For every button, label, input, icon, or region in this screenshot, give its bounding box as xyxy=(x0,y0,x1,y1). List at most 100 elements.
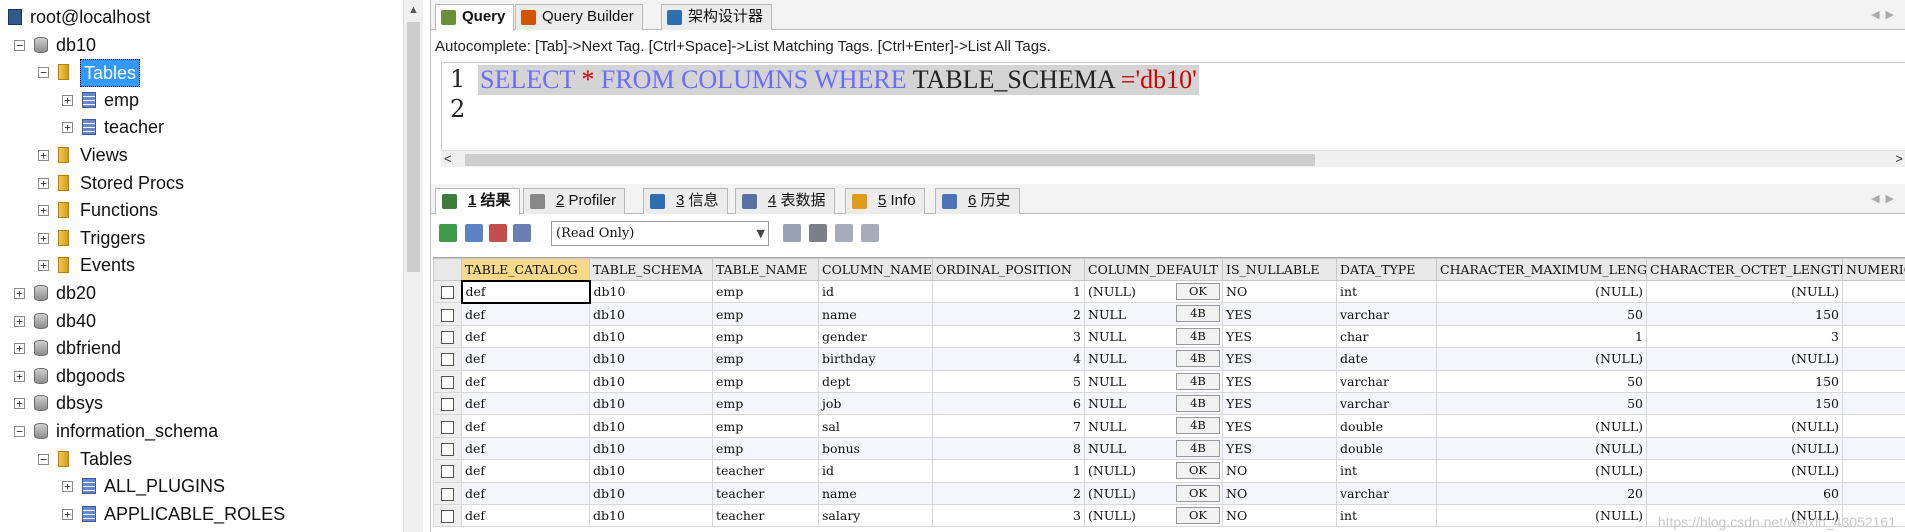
column-header[interactable]: TABLE_NAME xyxy=(712,258,819,281)
grid-cell[interactable]: 3 xyxy=(932,503,1085,528)
filter-icon[interactable] xyxy=(783,224,801,242)
checkbox-icon[interactable] xyxy=(441,308,454,322)
editor-hscroll-thumb[interactable] xyxy=(465,154,1315,166)
grid-cell[interactable]: (NULL) xyxy=(1436,414,1647,438)
grid-cell[interactable]: def xyxy=(461,414,590,438)
grid-cell[interactable]: def xyxy=(461,302,590,326)
grid-cell[interactable]: job xyxy=(818,391,933,416)
grid-cell[interactable]: double xyxy=(1336,436,1437,461)
result-tab-4[interactable]: 4 表数据 xyxy=(735,188,835,214)
grid-cell[interactable]: emp xyxy=(712,347,819,371)
tree-item[interactable]: − Tables xyxy=(0,59,400,88)
scroll-up-icon[interactable]: ▲ xyxy=(408,4,419,16)
collapse-icon[interactable]: − xyxy=(38,67,49,79)
grid-cell[interactable]: int xyxy=(1336,279,1437,304)
grid-cell[interactable]: 3 xyxy=(932,324,1085,349)
tree-item[interactable]: + APPLICABLE_ROLES xyxy=(0,501,400,527)
grid-cell[interactable]: int xyxy=(1336,503,1437,528)
grid-cell[interactable] xyxy=(1842,324,1905,349)
grid-cell[interactable]: int xyxy=(1336,459,1437,483)
grid-cell[interactable]: emp xyxy=(712,436,819,461)
grid-cell[interactable]: NULL 4B xyxy=(1084,391,1223,416)
grid-cell[interactable]: def xyxy=(461,324,590,349)
blob-badge[interactable]: 4B xyxy=(1176,327,1220,345)
sql-editor[interactable]: 1 2 SELECT * FROM COLUMNS WHERE TABLE_SC… xyxy=(441,62,1905,158)
tree-item[interactable]: + dbsys xyxy=(0,390,400,416)
checkbox-icon[interactable] xyxy=(441,487,454,501)
grid-cell[interactable]: (NULL) OK xyxy=(1084,503,1223,528)
row-checkbox[interactable] xyxy=(433,347,462,371)
table-row[interactable]: def db10 emp sal 7 NULL 4B YES double (NULL) (NULL… xyxy=(433,414,1905,438)
grid-cell[interactable]: (NULL) xyxy=(1436,459,1647,483)
result-grid[interactable]: TABLE_CATALOG TABLE_SCHEMA TABLE_NAME COLUM… xyxy=(433,257,1905,532)
expand-icon[interactable]: + xyxy=(38,177,49,189)
grid-cell[interactable]: (NULL) xyxy=(1646,279,1843,304)
expand-icon[interactable]: + xyxy=(38,232,49,244)
grid-cell[interactable]: NO xyxy=(1222,279,1337,304)
result-tab-2[interactable]: 2 Profiler xyxy=(523,188,626,214)
tree-item[interactable]: + db20 xyxy=(0,280,400,306)
row-checkbox[interactable] xyxy=(433,324,462,349)
tree-item[interactable]: + Stored Procs xyxy=(0,170,400,196)
row-checkbox[interactable] xyxy=(433,302,462,326)
grid-cell[interactable]: 20 xyxy=(1436,481,1647,505)
grid-cell[interactable]: db10 xyxy=(589,436,713,461)
table-row[interactable]: def db10 teacher id 1 (NULL) OK NO int (NULL) (NUL… xyxy=(433,459,1905,483)
column-header[interactable]: ORDINAL_POSITION xyxy=(932,258,1085,281)
grid-cell[interactable]: 50 xyxy=(1436,391,1647,416)
grid-cell[interactable]: 7 xyxy=(932,414,1085,438)
grid-cell[interactable]: 6 xyxy=(932,391,1085,416)
grid-cell[interactable]: def xyxy=(461,481,590,505)
grid-cell[interactable]: def xyxy=(461,459,590,483)
grid-cell[interactable]: YES xyxy=(1222,347,1337,371)
tree-item[interactable]: + ALL_PLUGINS xyxy=(0,473,400,499)
grid-cell[interactable]: 150 xyxy=(1646,369,1843,393)
grid-cell[interactable]: 50 xyxy=(1436,369,1647,393)
grid-cell[interactable]: emp xyxy=(712,324,819,349)
row-checkbox[interactable] xyxy=(433,369,462,393)
expand-icon[interactable]: + xyxy=(14,343,25,355)
row-checkbox[interactable] xyxy=(433,391,462,416)
grid-cell[interactable]: db10 xyxy=(589,481,713,505)
grid-cell[interactable]: def xyxy=(461,369,590,393)
grid-cell[interactable]: 8 xyxy=(932,436,1085,461)
expand-icon[interactable]: + xyxy=(14,288,25,299)
import-icon[interactable] xyxy=(489,224,507,242)
grid-cell[interactable]: 1 xyxy=(932,459,1085,483)
grid-cell[interactable] xyxy=(1842,302,1905,326)
blob-badge[interactable]: 4B xyxy=(1176,417,1220,435)
grid-cell[interactable]: db10 xyxy=(589,459,713,483)
row-checkbox[interactable] xyxy=(433,459,462,483)
grid-cell[interactable]: varchar xyxy=(1336,369,1437,393)
column-header[interactable]: COLUMN_NAME xyxy=(818,258,933,281)
expand-icon[interactable]: + xyxy=(62,122,73,134)
grid-cell[interactable]: NULL 4B xyxy=(1084,414,1223,438)
grid-cell[interactable]: YES xyxy=(1222,436,1337,461)
grid-cell[interactable]: NO xyxy=(1222,481,1337,505)
grid-cell[interactable]: YES xyxy=(1222,414,1337,438)
grid-cell[interactable]: (NULL) xyxy=(1646,459,1843,483)
scroll-left-icon[interactable]: < xyxy=(444,151,452,166)
grid-cell[interactable]: def xyxy=(461,391,590,416)
editor-hscrollbar[interactable]: < > xyxy=(441,150,1905,167)
blob-badge[interactable]: 4B xyxy=(1176,350,1220,368)
export-icon[interactable] xyxy=(439,224,457,242)
checkbox-icon[interactable] xyxy=(441,375,454,389)
grid-cell[interactable]: 150 xyxy=(1646,391,1843,416)
row-checkbox[interactable] xyxy=(433,414,462,438)
tree-item[interactable]: + db40 xyxy=(0,308,400,334)
grid-cell[interactable] xyxy=(1842,391,1905,416)
grid-cell[interactable]: (NULL) xyxy=(1436,279,1647,304)
grid-cell[interactable]: varchar xyxy=(1336,302,1437,326)
grid-cell[interactable]: 150 xyxy=(1646,302,1843,326)
grid-cell[interactable]: teacher xyxy=(712,459,819,483)
table-row[interactable]: def db10 emp id 1 (NULL) OK NO int (NULL) (NULL) xyxy=(433,279,1905,304)
column-header[interactable]: IS_NULLABLE xyxy=(1222,258,1337,281)
blob-badge[interactable]: 4B xyxy=(1176,439,1220,457)
grid-cell[interactable]: (NULL) xyxy=(1646,436,1843,461)
row-checkbox[interactable] xyxy=(433,436,462,461)
tree-item[interactable]: + emp xyxy=(0,87,400,113)
column-header[interactable]: TABLE_CATALOG xyxy=(461,258,590,281)
scroll-right-icon[interactable]: > xyxy=(1895,151,1903,166)
grid-cell[interactable]: emp xyxy=(712,414,819,438)
